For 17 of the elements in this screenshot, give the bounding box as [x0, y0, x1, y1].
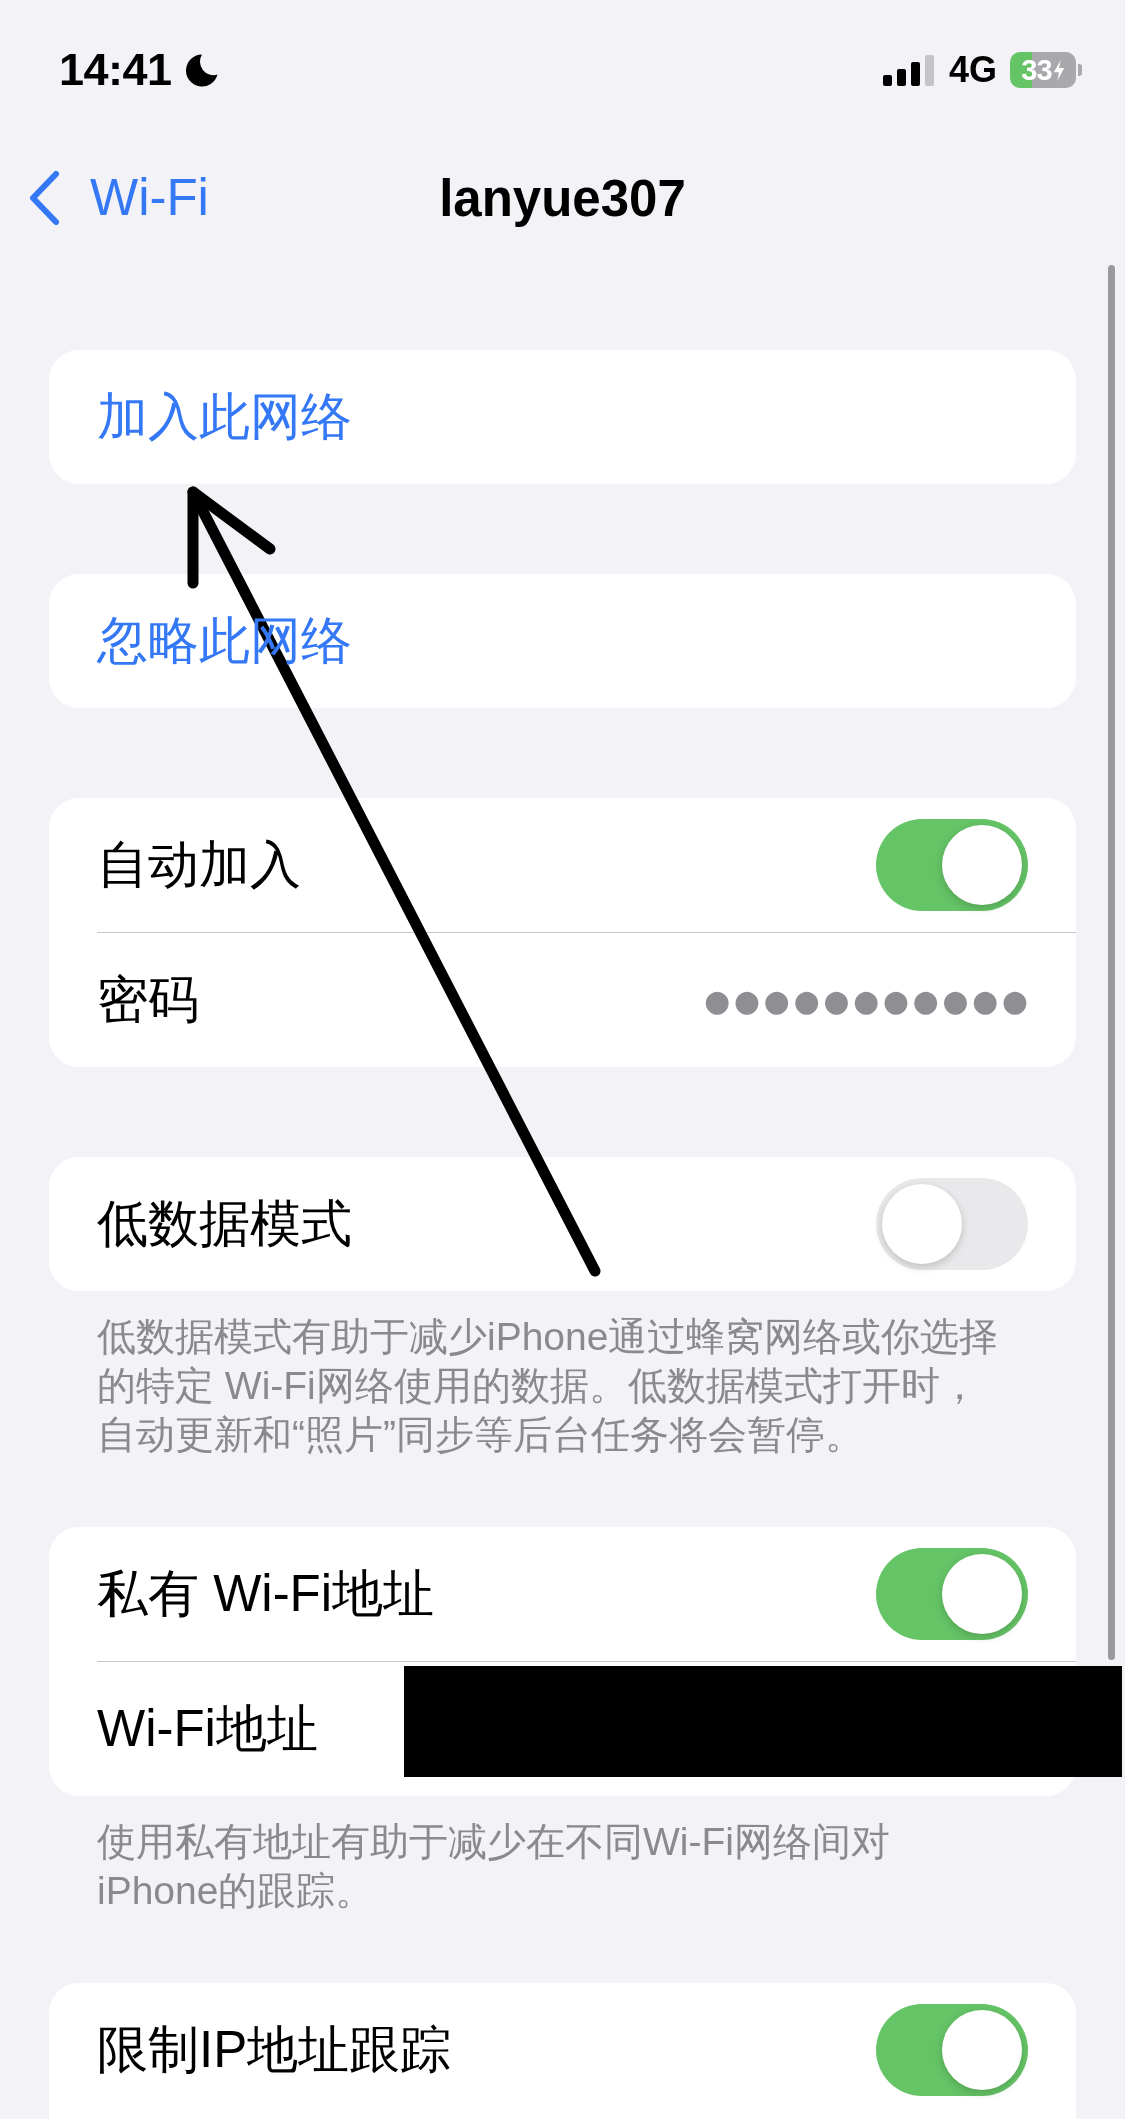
password-value: ●●●●●●●●●●●: [704, 982, 1032, 1018]
back-button[interactable]: Wi-Fi: [0, 167, 209, 229]
footer-note: 使用私有地址有助于减少在不同Wi-Fi网络间对iPhone的跟踪。: [96, 1819, 891, 1914]
row-label: 低数据模式: [97, 1193, 352, 1254]
row-label: 自动加入: [97, 834, 301, 895]
chevron-left-icon: [27, 170, 61, 226]
nav-title: lanyue307: [439, 168, 686, 228]
row-label: Wi-Fi地址: [97, 1698, 318, 1759]
row-label: 限制IP地址跟踪: [97, 2019, 452, 2080]
network-type: 4G: [948, 49, 997, 91]
row-label: 私有 Wi-Fi地址: [97, 1563, 435, 1624]
action-button[interactable]: 加入此网络: [97, 386, 352, 448]
footer-note: 低数据模式有助于减少iPhone通过蜂窝网络或你选择的特定 Wi-Fi网络使用的数据。低数据模式打开时，自动更新和“照片”同步等后台任务将会暂停。: [96, 1314, 1000, 1458]
signal-bars-icon: [882, 54, 935, 86]
bolt-icon: [1052, 59, 1065, 81]
status-time: 14:41: [59, 44, 172, 96]
row-label: 密码: [97, 969, 199, 1030]
